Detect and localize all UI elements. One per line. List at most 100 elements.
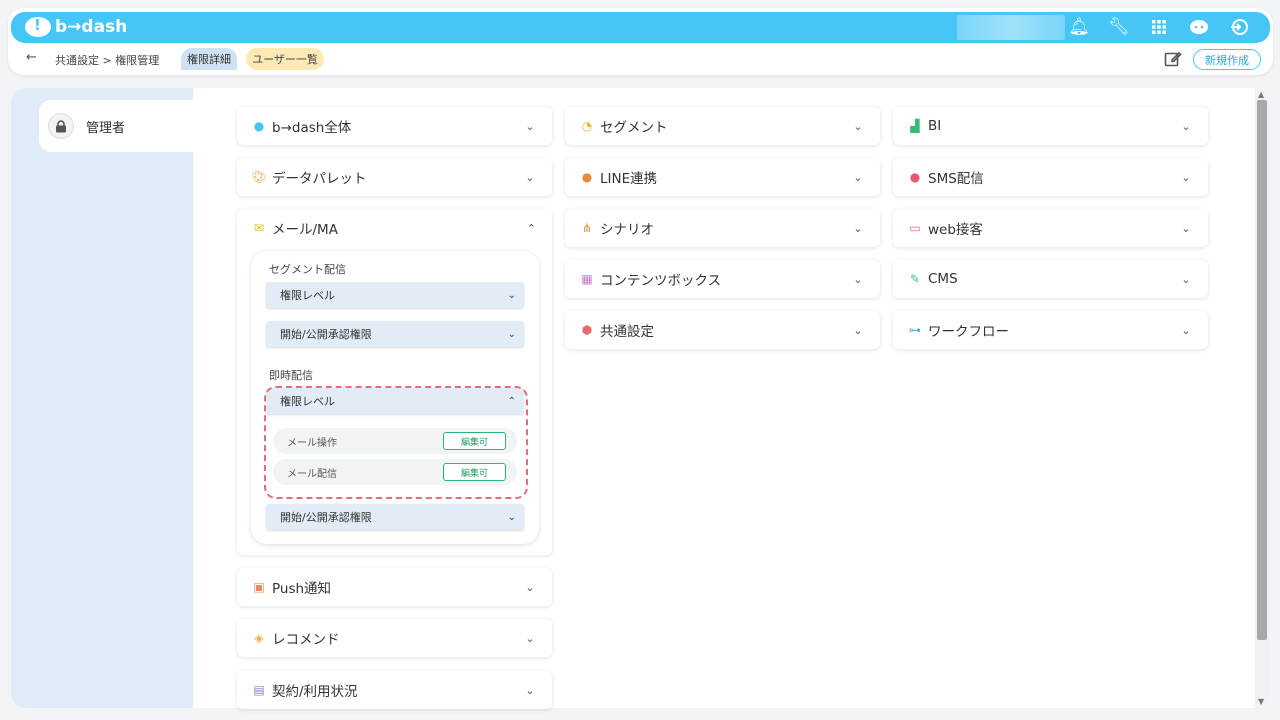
top-bar: b→dash 🔔︎ 🔧︎	[11, 12, 1270, 43]
new-create-button[interactable]: 新規作成	[1193, 49, 1261, 70]
category-label: データパレット	[272, 171, 367, 187]
app-header: b→dash 🔔︎ 🔧︎ ← 共通設定 > 権限管理 権限詳細 ユーザー一覧 新…	[8, 8, 1273, 75]
category-bdash-all[interactable]: ● b→dash全体 ⌄	[237, 107, 552, 145]
category-scenario[interactable]: ⋔ シナリオ ⌄	[565, 209, 880, 247]
palette-icon: 🎨︎	[251, 170, 267, 184]
category-label: メール/MA	[272, 222, 338, 238]
category-recommend[interactable]: ◈ レコメンド ⌄	[237, 619, 552, 657]
chevron-down-icon: ⌄	[1181, 221, 1191, 235]
category-bi[interactable]: ▟ BI ⌄	[893, 107, 1208, 145]
dropdown-label: 権限レベル	[280, 289, 335, 302]
category-label: レコメンド	[272, 632, 340, 648]
tab-permission-detail[interactable]: 権限詳細	[181, 48, 237, 70]
category-label: CMS	[928, 271, 958, 287]
chevron-down-icon: ⌄	[525, 170, 535, 184]
bi-chart-icon: ▟	[910, 119, 920, 133]
scroll-down-icon[interactable]: ▼	[1258, 697, 1264, 706]
category-contract-usage[interactable]: ▤ 契約/利用状況 ⌄	[237, 671, 552, 709]
chevron-down-icon: ⌄	[1181, 119, 1191, 133]
mail-icon: ✉	[253, 221, 265, 235]
category-label: BI	[928, 118, 942, 134]
category-label: コンテンツボックス	[600, 273, 722, 289]
chevron-down-icon: ⌄	[525, 580, 535, 594]
support-chat-icon[interactable]	[1188, 16, 1210, 38]
category-label: b→dash全体	[272, 120, 352, 136]
mail-ma-settings-panel: セグメント配信 権限レベル ⌄ 開始/公開承認権限 ⌄ 即時配信 権限レベル ⌃…	[251, 251, 539, 544]
category-label: シナリオ	[600, 222, 654, 238]
brand-logo[interactable]: b→dash	[25, 16, 128, 37]
category-web-service[interactable]: ▭ web接客 ⌄	[893, 209, 1208, 247]
cms-icon: ✎	[909, 272, 921, 286]
segment-approval-dropdown[interactable]: 開始/公開承認権限 ⌄	[266, 321, 524, 347]
sidebar-item-admin[interactable]: 管理者	[39, 100, 193, 152]
section-title-segment: セグメント配信	[269, 263, 346, 276]
grid-icon[interactable]	[1148, 16, 1170, 38]
top-icons: 🔔︎ 🔧︎	[1068, 16, 1250, 38]
chevron-down-icon: ⌄	[1181, 323, 1191, 337]
common-settings-icon: ⬢	[581, 323, 593, 337]
category-mail-ma-expanded: ✉ メール/MA ⌃ セグメント配信 権限レベル ⌄ 開始/公開承認権限 ⌄ 即…	[237, 209, 552, 555]
category-data-palette[interactable]: 🎨︎ データパレット ⌄	[237, 158, 552, 196]
chevron-down-icon: ⌄	[1181, 272, 1191, 286]
sub-bar: ← 共通設定 > 権限管理 権限詳細 ユーザー一覧 新規作成	[8, 48, 1273, 72]
scrollbar[interactable]: ▲ ▼	[1255, 88, 1269, 708]
logo-bubble-icon	[25, 16, 51, 37]
category-segment[interactable]: ◔ セグメント ⌄	[565, 107, 880, 145]
workflow-icon: ⊶	[909, 323, 921, 337]
chevron-down-icon: ⌄	[525, 683, 535, 697]
bell-icon[interactable]: 🔔︎	[1068, 16, 1090, 38]
immediate-approval-dropdown[interactable]: 開始/公開承認権限 ⌄	[266, 504, 524, 530]
category-label: 契約/利用状況	[272, 684, 358, 700]
chevron-down-icon: ⌄	[853, 272, 863, 286]
segment-icon: ◔	[581, 119, 593, 133]
category-common-settings[interactable]: ⬢ 共通設定 ⌄	[565, 311, 880, 349]
chevron-down-icon: ⌄	[853, 221, 863, 235]
category-label: セグメント	[600, 120, 668, 136]
chevron-down-icon: ⌄	[853, 119, 863, 133]
user-info-blurred[interactable]	[957, 15, 1065, 40]
category-contents-box[interactable]: ▦ コンテンツボックス ⌄	[565, 260, 880, 298]
chevron-down-icon: ⌄	[525, 119, 535, 133]
category-line[interactable]: ● LINE連携 ⌄	[565, 158, 880, 196]
push-notification-icon: ▣	[253, 580, 265, 594]
chevron-down-icon: ⌄	[507, 328, 516, 340]
chevron-down-icon: ⌄	[525, 631, 535, 645]
recommend-icon: ◈	[254, 631, 264, 645]
category-mail-ma[interactable]: ✉ メール/MA ⌃	[237, 209, 552, 247]
line-icon: ●	[581, 170, 593, 184]
chevron-down-icon: ⌄	[507, 511, 516, 523]
category-label: Push通知	[272, 581, 332, 597]
category-label: ワークフロー	[928, 324, 1009, 340]
role-sidebar: 管理者	[11, 88, 193, 708]
chevron-down-icon: ⌄	[853, 170, 863, 184]
category-sms[interactable]: ● SMS配信 ⌄	[893, 158, 1208, 196]
category-label: SMS配信	[928, 171, 984, 187]
category-push[interactable]: ▣ Push通知 ⌄	[237, 568, 552, 606]
logout-icon[interactable]	[1228, 16, 1250, 38]
back-arrow-icon[interactable]: ←	[26, 50, 37, 65]
category-cms[interactable]: ✎ CMS ⌄	[893, 260, 1208, 298]
bdash-logo-icon: ●	[253, 119, 265, 133]
tab-user-list[interactable]: ユーザー一覧	[246, 48, 324, 70]
wrench-icon[interactable]: 🔧︎	[1108, 16, 1130, 38]
scenario-icon: ⋔	[581, 221, 593, 235]
category-workflow[interactable]: ⊶ ワークフロー ⌄	[893, 311, 1208, 349]
lock-icon	[48, 113, 74, 139]
contents-box-icon: ▦	[581, 272, 593, 286]
scroll-thumb[interactable]	[1257, 100, 1267, 640]
dropdown-label: 開始/公開承認権限	[280, 511, 372, 524]
category-label: LINE連携	[600, 171, 658, 187]
highlight-box	[264, 386, 528, 499]
segment-level-dropdown[interactable]: 権限レベル ⌄	[266, 282, 524, 308]
scroll-up-icon[interactable]: ▲	[1258, 90, 1264, 99]
category-label: web接客	[928, 222, 983, 238]
logo-text: b→dash	[55, 17, 128, 37]
category-label: 共通設定	[600, 324, 654, 340]
chevron-down-icon: ⌄	[1181, 170, 1191, 184]
dropdown-label: 開始/公開承認権限	[280, 328, 372, 341]
edit-icon[interactable]	[1162, 48, 1184, 70]
sms-icon: ●	[909, 170, 921, 184]
section-title-immediate: 即時配信	[269, 369, 313, 382]
role-label: 管理者	[86, 120, 126, 136]
web-service-icon: ▭	[909, 221, 921, 235]
